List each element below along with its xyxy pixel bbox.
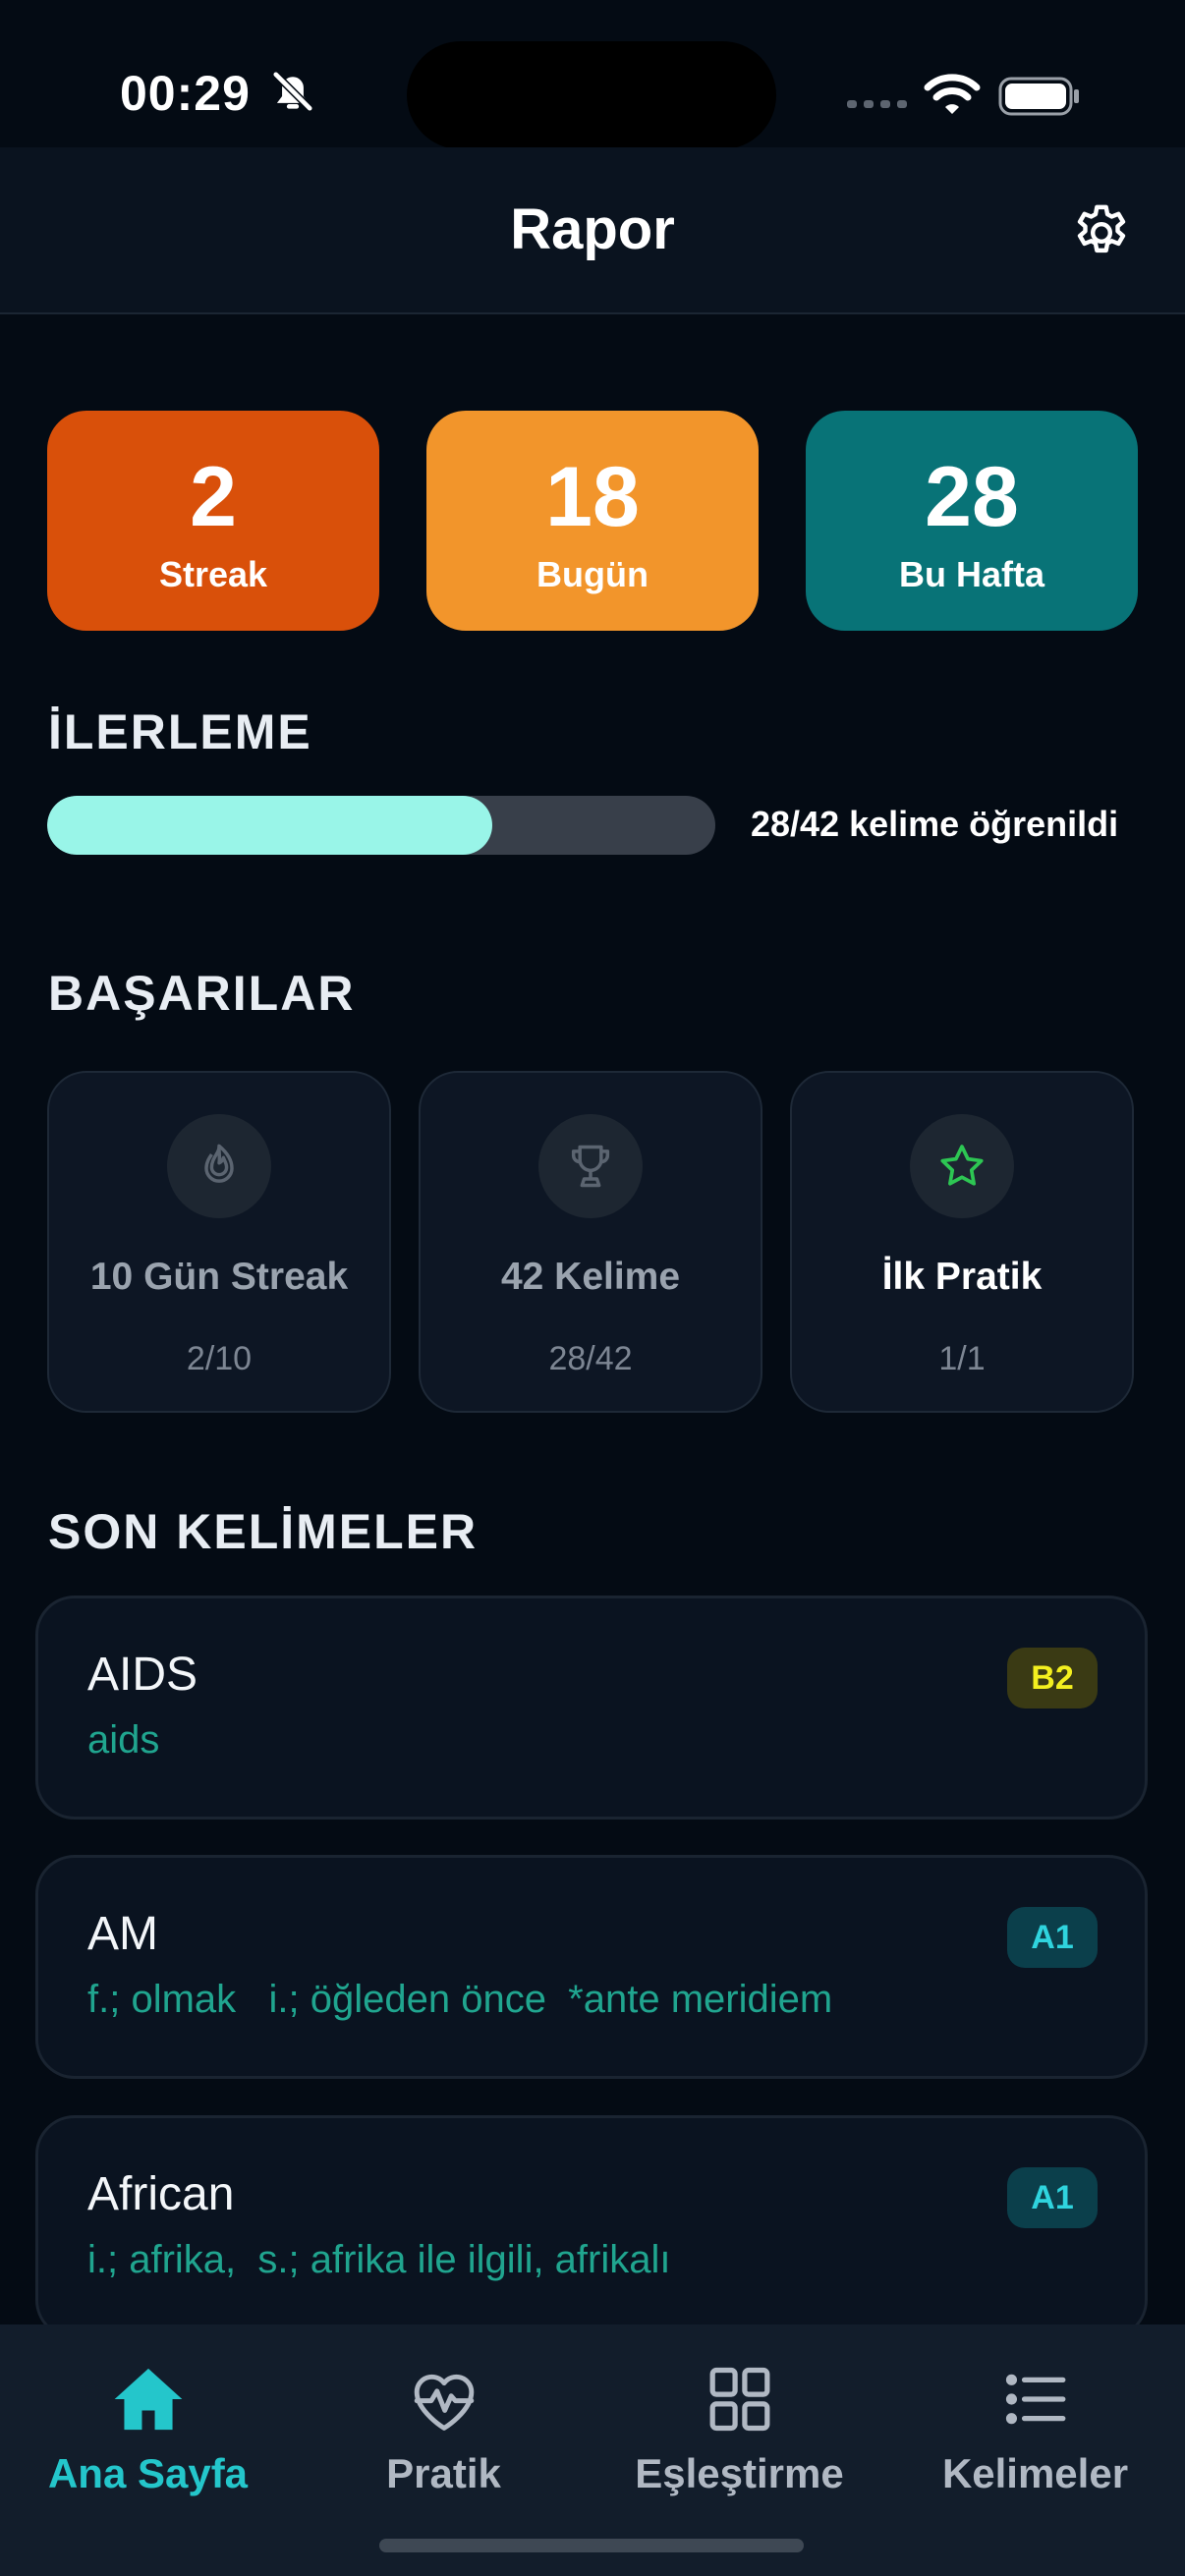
flame-icon [204, 1144, 234, 1183]
tab-label: Kelimeler [941, 2450, 1129, 2496]
level-badge: B2 [1007, 1648, 1098, 1708]
this-week-stat-card: 28 Bu Hafta [806, 411, 1138, 631]
achievement-title: İlk Pratik [881, 1256, 1043, 1298]
dynamic-island [407, 41, 776, 149]
word-card[interactable]: African i.; afrika, s.; afrika ile ilgil… [35, 2115, 1148, 2339]
tab-words[interactable]: Kelimeler [887, 2364, 1183, 2511]
stat-label: Bu Hafta [898, 554, 1044, 594]
progress-bar [47, 796, 715, 855]
achievement-icon-circle [910, 1114, 1014, 1218]
achievement-card-first-practice[interactable]: İlk Pratik 1/1 [790, 1071, 1134, 1413]
achievement-progress: 2/10 [186, 1340, 253, 1377]
tab-practice[interactable]: Pratik [296, 2364, 592, 2511]
trophy-icon [571, 1145, 610, 1188]
stat-value: 2 [190, 450, 237, 544]
word-meaning: i.; afrika, s.; afrika ile ilgili, afrik… [87, 2238, 671, 2281]
achievement-title: 42 Kelime [500, 1256, 681, 1298]
word-meaning: aids [87, 1718, 160, 1762]
tab-label: Pratik [386, 2450, 501, 2496]
cellular-signal-icon [847, 100, 907, 108]
stat-label: Bugün [536, 554, 649, 594]
achievement-card-words[interactable]: 42 Kelime 28/42 [419, 1071, 762, 1413]
achievement-card-streak[interactable]: 10 Gün Streak 2/10 [47, 1071, 391, 1413]
today-stat-card: 18 Bugün [426, 411, 759, 631]
word-title: AM [87, 1908, 158, 1960]
home-indicator [379, 2539, 804, 2552]
achievement-icon-circle [167, 1114, 271, 1218]
achievements-section-title: BAŞARILAR [48, 966, 356, 1021]
star-icon [940, 1145, 984, 1186]
settings-gear-icon[interactable] [1069, 200, 1134, 265]
level-badge: A1 [1007, 1907, 1098, 1968]
tab-matching[interactable]: Eşleştirme [592, 2364, 887, 2511]
progress-section-title: İLERLEME [48, 704, 312, 759]
achievement-progress: 1/1 [938, 1340, 986, 1377]
grid-icon [709, 2367, 769, 2432]
battery-icon [998, 77, 1079, 116]
word-card[interactable]: AM f.; olmak i.; öğleden önce *ante meri… [35, 1855, 1148, 2079]
tab-label: Ana Sayfa [47, 2450, 249, 2496]
page-title: Rapor [510, 197, 675, 261]
tab-home[interactable]: Ana Sayfa [0, 2364, 296, 2511]
streak-stat-card: 2 Streak [47, 411, 379, 631]
stat-label: Streak [158, 554, 268, 594]
heart-pulse-icon [414, 2374, 474, 2431]
list-icon [1005, 2374, 1065, 2425]
word-title: AIDS [87, 1649, 198, 1701]
level-badge: A1 [1007, 2167, 1098, 2228]
tab-label: Eşleştirme [635, 2450, 844, 2496]
achievement-icon-circle [538, 1114, 643, 1218]
status-bar: 00:29 [0, 0, 1185, 149]
stat-value: 18 [545, 450, 640, 544]
progress-bar-fill [47, 796, 493, 855]
bell-off-icon [271, 70, 314, 113]
status-time: 00:29 [120, 66, 251, 121]
word-title: African [87, 2168, 235, 2220]
word-card[interactable]: AIDS aids B2 [35, 1596, 1148, 1820]
recent-words-section-title: SON KELİMELER [48, 1504, 479, 1559]
home-icon [114, 2368, 182, 2431]
word-meaning: f.; olmak i.; öğleden önce *ante meridie… [87, 1978, 833, 2021]
achievement-title: 10 Gün Streak [89, 1256, 349, 1298]
achievement-progress: 28/42 [548, 1340, 633, 1377]
wifi-icon [924, 74, 981, 114]
stat-value: 28 [925, 450, 1019, 544]
progress-text: 28/42 kelime öğrenildi [751, 804, 1119, 844]
header: Rapor [0, 147, 1185, 314]
